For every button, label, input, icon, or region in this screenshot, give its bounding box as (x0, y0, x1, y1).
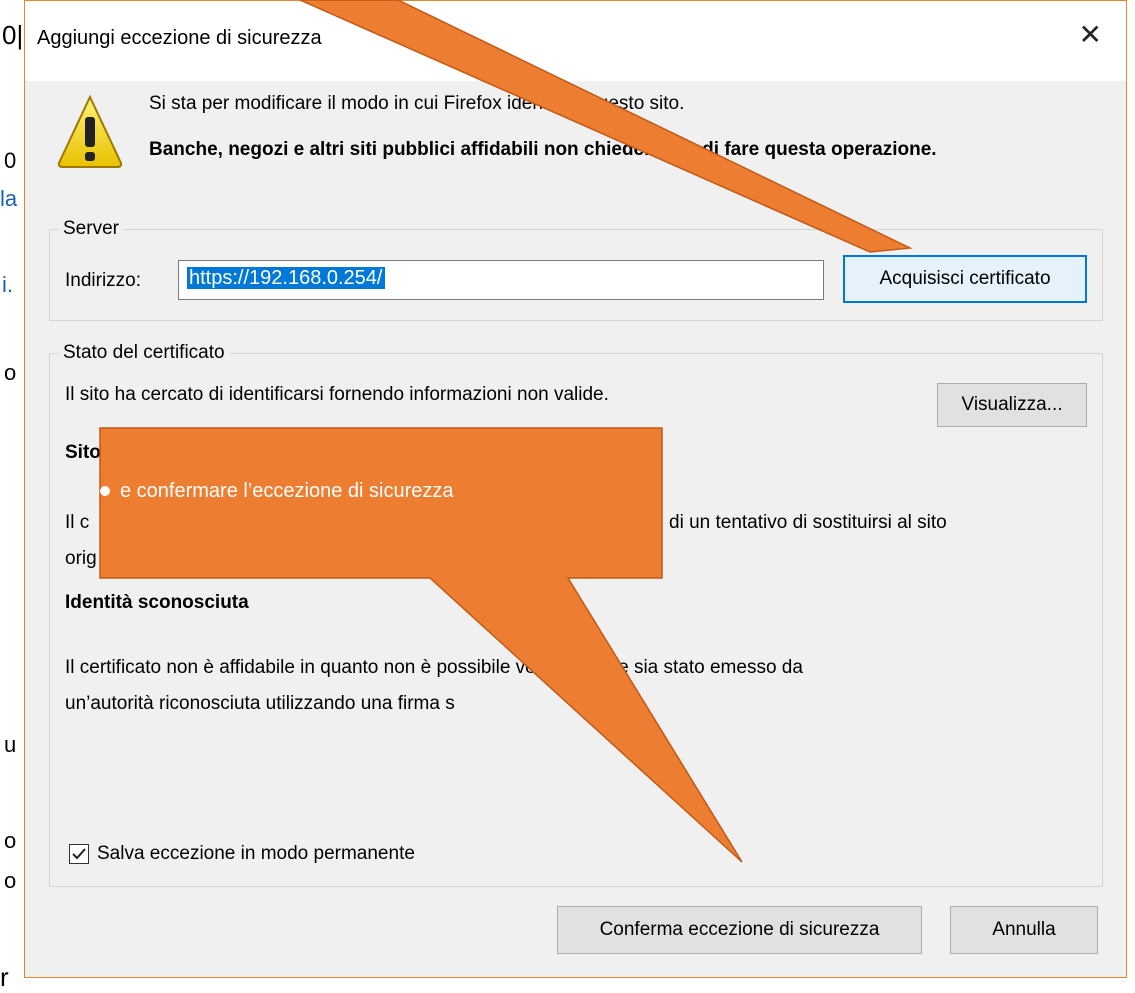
bullet-icon (100, 486, 110, 496)
address-value: https://192.168.0.254/ (187, 267, 385, 289)
close-icon[interactable]: ✕ (1079, 21, 1102, 49)
bg-fragment: la (0, 186, 18, 211)
bg-fragment: u (4, 732, 17, 757)
server-legend: Server (59, 218, 123, 240)
section-heading: Sito (65, 442, 101, 463)
certificate-status-group (49, 353, 1103, 887)
bg-fragment: o (4, 868, 17, 893)
save-permanently-checkbox[interactable] (69, 844, 89, 864)
address-input[interactable]: https://192.168.0.254/ (178, 260, 824, 300)
bg-fragment: r (0, 962, 9, 992)
bg-fragment: 0 (4, 148, 17, 173)
address-label: Indirizzo: (65, 270, 142, 291)
bg-fragment: i. (2, 272, 13, 297)
cancel-button[interactable]: Annulla (950, 906, 1098, 954)
check-icon (72, 848, 86, 860)
status-intro: Il sito ha cercato di identificarsi forn… (65, 384, 609, 405)
warning-bold-text: Banche, negozi e altri siti pubblici aff… (149, 139, 937, 160)
unknown-identity-text: un’autorità riconosciuta utilizzando una… (65, 693, 455, 714)
callout-text: e confermare l’eccezione di sicurezza (120, 480, 454, 502)
unknown-identity-text: Il certificato non è affidabile in quant… (65, 657, 803, 678)
view-button[interactable]: Visualizza... (937, 383, 1087, 427)
certificate-status-legend: Stato del certificato (59, 342, 229, 364)
bg-fragment: o (4, 360, 17, 385)
dialog-title: Aggiungi eccezione di sicurezza (37, 27, 322, 49)
section-text: di un tentativo di sostituirsi al sito (669, 512, 947, 533)
save-permanently-label[interactable]: Salva eccezione in modo permanente (97, 843, 415, 865)
title-bar: Aggiungi eccezione di sicurezza ✕ (25, 1, 1126, 81)
warning-icon (57, 94, 123, 168)
confirm-exception-button[interactable]: Conferma eccezione di sicurezza (557, 906, 922, 954)
section-text: Il c (65, 512, 90, 533)
section-text: orig (65, 548, 97, 569)
warning-text: Si sta per modificare il modo in cui Fir… (149, 93, 685, 114)
bg-fragment: o (4, 828, 17, 853)
unknown-identity-heading: Identità sconosciuta (65, 592, 249, 613)
bg-fragment: 0| (2, 20, 24, 50)
get-certificate-button[interactable]: Acquisisci certificato (843, 255, 1087, 303)
